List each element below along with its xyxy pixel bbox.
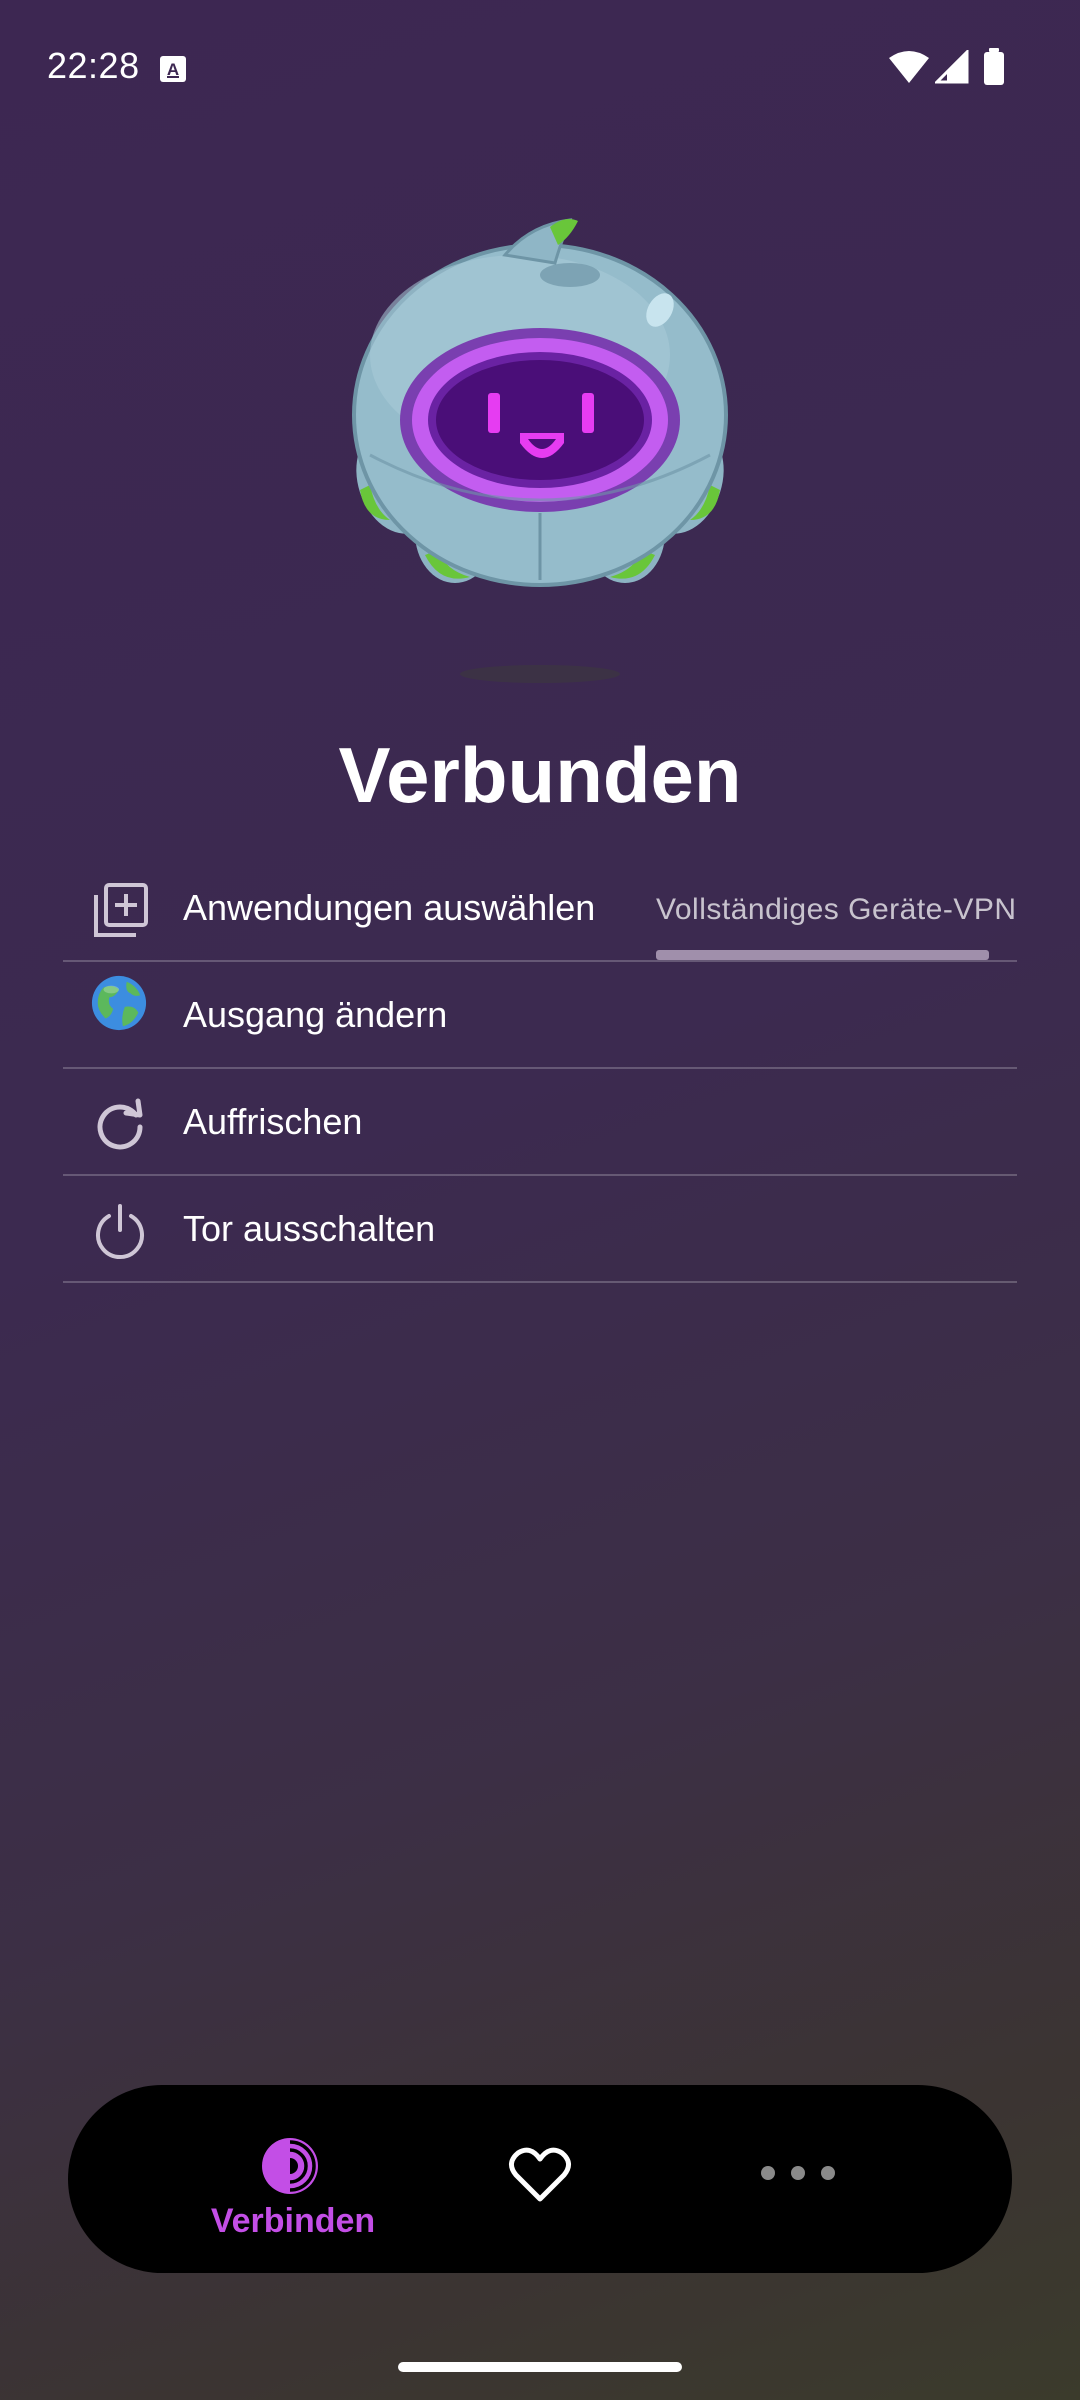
globe-icon [91,975,147,1031]
mascot-shadow [460,665,620,683]
more-dots-icon [761,2166,835,2180]
connection-status-title: Verbunden [338,731,742,819]
wifi-icon [889,51,929,83]
power-icon [96,1204,144,1260]
tor-onion-icon [262,2138,318,2194]
menu-item-label: Tor ausschalten [183,1208,436,1249]
tab-selected-indicator [656,950,989,960]
menu-item-label: Auffrischen [183,1101,363,1142]
refresh-icon [97,1098,143,1150]
home-indicator[interactable] [398,2362,682,2372]
menu-item-select-apps[interactable]: Anwendungen auswählen Vollständiges Gerä… [63,855,1017,962]
battery-icon [984,48,1004,85]
status-icons [880,48,1080,88]
nav-connect-label: Verbinden [210,2202,376,2240]
bottom-navigation: Verbinden [68,2085,1012,2273]
onion-robot-mascot [352,218,728,587]
menu-list: Anwendungen auswählen Vollständiges Gerä… [63,855,1017,1283]
heart-icon [509,2147,571,2202]
menu-item-label: Anwendungen auswählen [183,887,596,928]
menu-item-label: Ausgang ändern [183,994,448,1035]
menu-item-change-exit[interactable]: Ausgang ändern [63,962,1017,1069]
nav-connect[interactable]: Verbinden [198,2085,388,2273]
menu-item-refresh[interactable]: Auffrischen [63,1069,1017,1176]
add-to-library-icon [94,883,148,937]
tab-full-device-vpn[interactable]: Vollständiges Geräte-VPN [656,855,1017,962]
status-bar: 22:28 A [0,0,1080,130]
nav-favorites[interactable] [508,2085,572,2273]
tab-full-device-vpn-label: Vollständiges Geräte-VPN [656,893,1017,926]
keyboard-a-icon: A [160,56,186,82]
nav-more[interactable] [758,2085,838,2273]
status-time: 22:28 [47,45,140,86]
cellular-signal-icon [935,50,969,84]
menu-item-turn-off-tor[interactable]: Tor ausschalten [63,1176,1017,1283]
